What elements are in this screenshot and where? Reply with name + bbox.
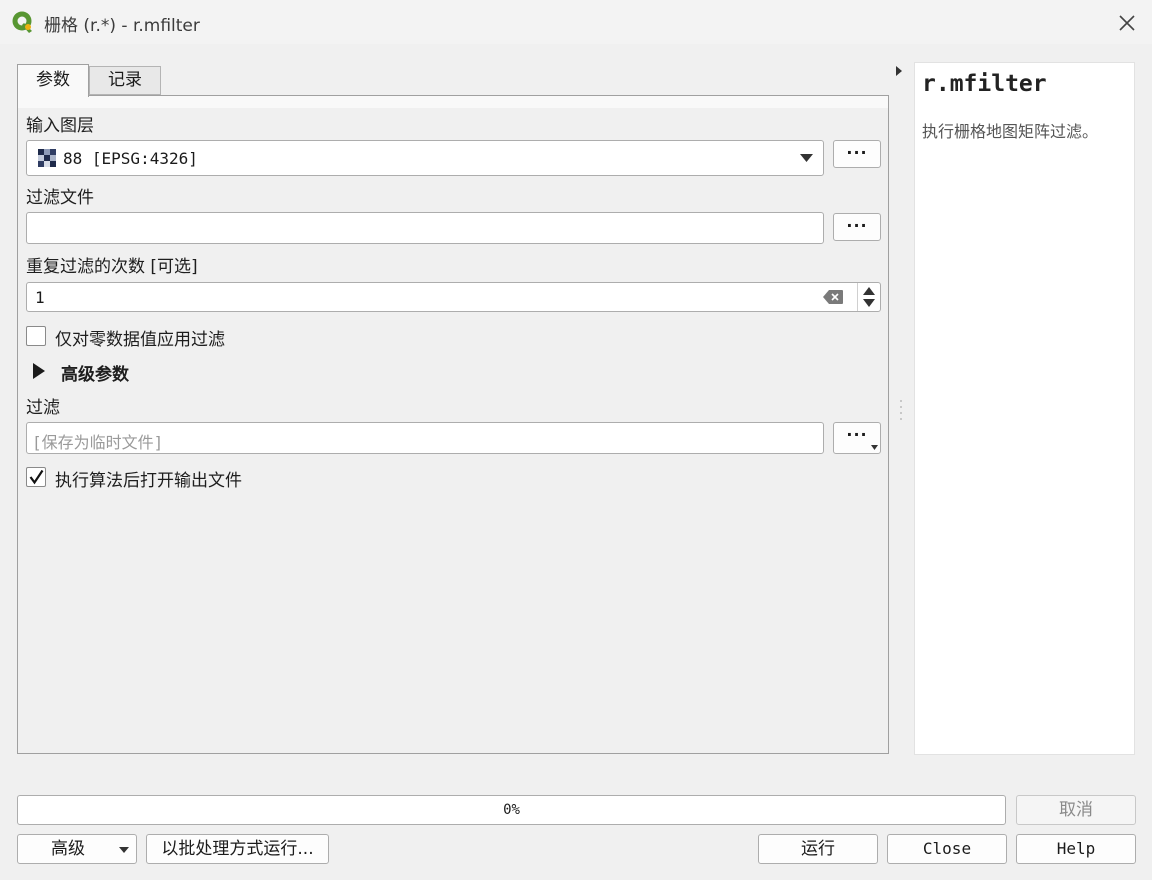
- browse-dots: ···: [846, 143, 868, 162]
- output-path-input[interactable]: [保存为临时文件]: [26, 422, 824, 454]
- advanced-params-label[interactable]: 高级参数: [61, 360, 129, 385]
- null-only-checkbox[interactable]: [26, 326, 46, 346]
- raster-layer-icon: [38, 149, 56, 167]
- qgis-logo-icon: [12, 11, 32, 33]
- dropdown-small-icon: [871, 445, 878, 450]
- help-description: 执行栅格地图矩阵过滤。: [922, 122, 1099, 141]
- browse-dots: ···: [846, 425, 868, 444]
- filter-file-label: 过滤文件: [26, 188, 94, 208]
- chevron-down-icon[interactable]: [800, 154, 813, 163]
- filter-file-input[interactable]: [26, 212, 824, 244]
- run-as-batch-button[interactable]: 以批处理方式运行...: [146, 834, 329, 864]
- close-icon[interactable]: [1115, 11, 1139, 35]
- tab-parameters[interactable]: 参数: [17, 64, 89, 97]
- help-panel: r.mfilter 执行栅格地图矩阵过滤。: [914, 62, 1135, 755]
- cancel-button-label: 取消: [1059, 800, 1093, 820]
- open-output-checkbox[interactable]: [26, 467, 46, 487]
- help-title: r.mfilter: [922, 71, 1047, 97]
- browse-dots: ···: [846, 216, 868, 235]
- window-title: 栅格 (r.*) - r.mfilter: [44, 16, 200, 36]
- output-browse-button[interactable]: ···: [833, 422, 881, 454]
- expand-advanced-icon[interactable]: [32, 362, 46, 380]
- chevron-down-icon: [119, 847, 129, 853]
- open-output-label: 执行算法后打开输出文件: [55, 471, 242, 491]
- run-button-label: 运行: [801, 839, 835, 859]
- input-layer-value: 88 [EPSG:4326]: [63, 149, 198, 168]
- panel-top-strip: [18, 96, 888, 108]
- input-layer-browse-button[interactable]: ···: [833, 140, 881, 168]
- close-button[interactable]: Close: [887, 834, 1007, 864]
- repeat-count-value: 1: [35, 288, 45, 307]
- cancel-button[interactable]: 取消: [1016, 795, 1136, 825]
- advanced-dropdown-button[interactable]: 高级: [17, 834, 137, 864]
- tab-parameters-label: 参数: [36, 70, 70, 90]
- title-bar: 栅格 (r.*) - r.mfilter: [0, 0, 1152, 44]
- spin-up-icon[interactable]: [863, 287, 875, 295]
- advanced-dropdown-label: 高级: [51, 839, 85, 859]
- clear-value-icon[interactable]: [823, 290, 843, 304]
- close-button-label: Close: [922, 839, 972, 858]
- tab-log[interactable]: 记录: [89, 66, 161, 95]
- output-label: 过滤: [26, 398, 60, 418]
- run-button[interactable]: 运行: [758, 834, 878, 864]
- collapse-help-icon[interactable]: [894, 64, 904, 78]
- run-as-batch-label: 以批处理方式运行...: [161, 839, 314, 859]
- input-layer-combobox[interactable]: 88 [EPSG:4326]: [26, 140, 824, 176]
- progress-bar: 0%: [17, 795, 1006, 825]
- null-only-label: 仅对零数据值应用过滤: [55, 330, 225, 350]
- filter-file-browse-button[interactable]: ···: [833, 213, 881, 241]
- spin-down-icon[interactable]: [863, 299, 875, 307]
- splitter-handle[interactable]: [899, 398, 903, 422]
- help-button-label: Help: [1056, 839, 1096, 858]
- tab-log-label: 记录: [108, 70, 142, 90]
- help-button[interactable]: Help: [1016, 834, 1136, 864]
- spin-divider: [857, 283, 858, 311]
- output-placeholder: [保存为临时文件]: [32, 433, 164, 452]
- repeat-count-spinbox[interactable]: 1: [26, 282, 881, 312]
- checkmark-icon: [29, 469, 44, 485]
- input-layer-label: 输入图层: [26, 116, 94, 136]
- repeat-count-label: 重复过滤的次数 [可选]: [26, 257, 198, 277]
- progress-text: 0%: [503, 802, 520, 818]
